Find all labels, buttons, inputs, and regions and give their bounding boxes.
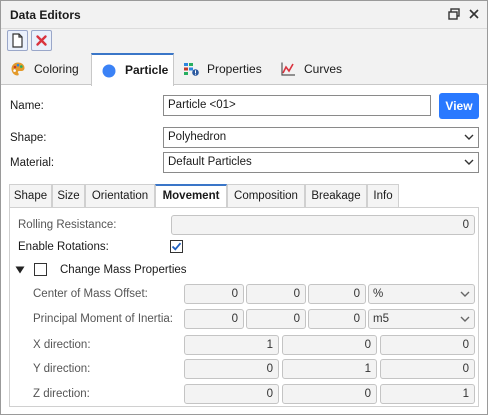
chevron-down-icon bbox=[464, 159, 474, 165]
x-direction-label: X direction: bbox=[33, 339, 91, 351]
x-direction-1-input[interactable]: 1 bbox=[184, 335, 279, 355]
chevron-down-icon bbox=[460, 316, 470, 322]
view-button[interactable]: View bbox=[439, 93, 479, 119]
shape-dropdown-value: Polyhedron bbox=[168, 131, 227, 143]
pmi-label: Principal Moment of Inertia: bbox=[33, 313, 173, 325]
sub-tab-bar: Shape Size Orientation Movement Composit… bbox=[1, 184, 487, 208]
tab-curves[interactable]: Curves bbox=[271, 53, 351, 85]
tab-curves-label: Curves bbox=[304, 62, 343, 76]
delete-button[interactable] bbox=[31, 30, 52, 51]
change-mass-label: Change Mass Properties bbox=[60, 264, 187, 276]
new-document-button[interactable] bbox=[7, 30, 28, 51]
chevron-down-icon bbox=[460, 291, 470, 297]
subtab-info[interactable]: Info bbox=[367, 184, 399, 208]
enable-rotations-label: Enable Rotations: bbox=[18, 241, 109, 253]
material-label: Material: bbox=[10, 157, 55, 169]
palette-icon bbox=[11, 62, 25, 76]
material-dropdown[interactable]: Default Particles bbox=[163, 152, 479, 173]
pmi-2-input[interactable]: 0 bbox=[246, 309, 306, 329]
shape-label: Shape: bbox=[10, 132, 47, 144]
toolbar bbox=[1, 29, 487, 53]
com-offset-unit-value: % bbox=[373, 288, 384, 300]
tab-properties[interactable]: Properties bbox=[174, 53, 271, 85]
y-direction-2-input[interactable]: 1 bbox=[282, 359, 377, 379]
rolling-resistance-label: Rolling Resistance: bbox=[18, 219, 117, 231]
new-document-icon bbox=[12, 33, 23, 48]
chevron-down-icon bbox=[464, 134, 474, 140]
name-label: Name: bbox=[10, 100, 44, 112]
close-window-icon[interactable] bbox=[467, 7, 481, 21]
subtab-shape[interactable]: Shape bbox=[9, 184, 52, 208]
material-dropdown-value: Default Particles bbox=[168, 156, 252, 168]
checkmark-icon bbox=[171, 242, 182, 251]
z-direction-1-input[interactable]: 0 bbox=[184, 384, 279, 404]
com-offset-z-input[interactable]: 0 bbox=[308, 284, 366, 304]
tab-coloring[interactable]: Coloring bbox=[1, 53, 91, 85]
enable-rotations-checkbox[interactable] bbox=[170, 240, 183, 253]
delete-x-icon bbox=[36, 35, 47, 46]
curves-chart-icon bbox=[281, 62, 295, 76]
data-editors-window: Data Editors Coloring Particle Propertie… bbox=[0, 0, 488, 415]
tab-particle[interactable]: Particle bbox=[91, 53, 174, 86]
properties-grid-icon bbox=[184, 63, 199, 76]
subtab-movement[interactable]: Movement bbox=[155, 184, 227, 208]
tab-particle-label: Particle bbox=[125, 63, 169, 77]
y-direction-3-input[interactable]: 0 bbox=[380, 359, 475, 379]
z-direction-3-input[interactable]: 1 bbox=[380, 384, 475, 404]
movement-panel: Rolling Resistance: 0 Enable Rotations: … bbox=[9, 207, 479, 407]
title-bar: Data Editors bbox=[1, 1, 487, 29]
y-direction-1-input[interactable]: 0 bbox=[184, 359, 279, 379]
pmi-3-input[interactable]: 0 bbox=[308, 309, 366, 329]
tab-properties-label: Properties bbox=[207, 62, 262, 76]
z-direction-2-input[interactable]: 0 bbox=[282, 384, 377, 404]
particle-circle-icon bbox=[102, 64, 116, 78]
rolling-resistance-input[interactable]: 0 bbox=[171, 215, 475, 235]
main-tab-bar: Coloring Particle Properties Curves bbox=[1, 53, 487, 86]
subtab-breakage[interactable]: Breakage bbox=[305, 184, 367, 208]
com-offset-x-input[interactable]: 0 bbox=[184, 284, 244, 304]
pmi-unit-dropdown[interactable]: m5 bbox=[368, 309, 475, 329]
subtab-composition[interactable]: Composition bbox=[227, 184, 305, 208]
pmi-1-input[interactable]: 0 bbox=[184, 309, 244, 329]
x-direction-3-input[interactable]: 0 bbox=[380, 335, 475, 355]
shape-dropdown[interactable]: Polyhedron bbox=[163, 127, 479, 148]
com-offset-unit-dropdown[interactable]: % bbox=[368, 284, 475, 304]
tab-coloring-label: Coloring bbox=[34, 62, 79, 76]
expand-triangle-icon[interactable] bbox=[15, 266, 25, 274]
z-direction-label: Z direction: bbox=[33, 388, 90, 400]
com-offset-y-input[interactable]: 0 bbox=[246, 284, 306, 304]
pmi-unit-value: m5 bbox=[373, 313, 389, 325]
com-offset-label: Center of Mass Offset: bbox=[33, 288, 148, 300]
window-title: Data Editors bbox=[10, 8, 81, 22]
change-mass-checkbox[interactable] bbox=[34, 263, 47, 276]
x-direction-2-input[interactable]: 0 bbox=[282, 335, 377, 355]
y-direction-label: Y direction: bbox=[33, 363, 91, 375]
subtab-size[interactable]: Size bbox=[52, 184, 85, 208]
restore-icon[interactable] bbox=[447, 7, 461, 21]
subtab-orientation[interactable]: Orientation bbox=[85, 184, 155, 208]
name-input[interactable]: Particle <01> bbox=[163, 95, 431, 116]
